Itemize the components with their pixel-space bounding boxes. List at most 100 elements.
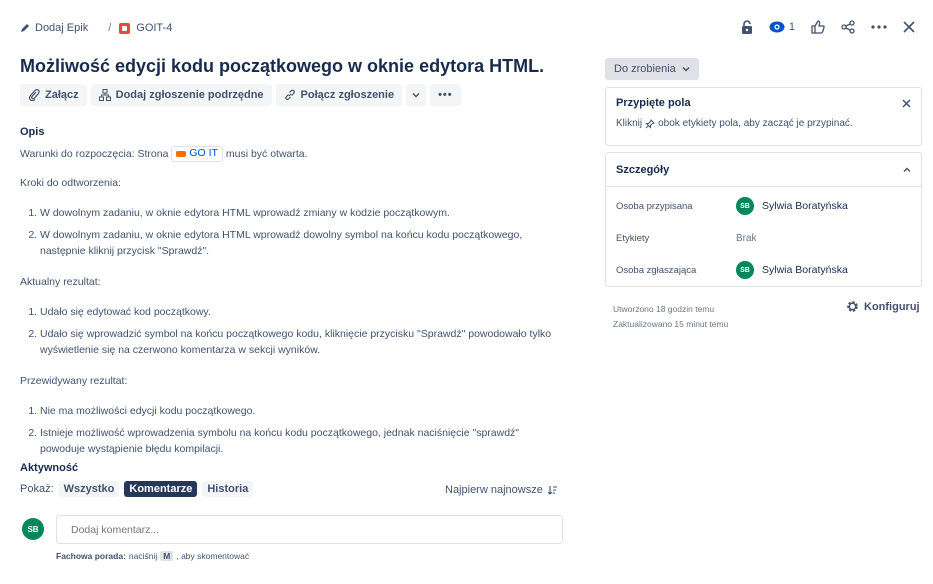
pin-icon bbox=[645, 118, 656, 129]
list-item: Udało się edytować kod początkowy. bbox=[40, 305, 560, 321]
eye-icon bbox=[769, 21, 785, 33]
watchers-count: 1 bbox=[788, 21, 795, 33]
assignee-row: Osoba przypisana SB Sylwia Boratyńska bbox=[616, 195, 913, 217]
close-icon[interactable] bbox=[903, 21, 915, 33]
preconditions: Warunki do rozpoczęcia: Strona GO IT mus… bbox=[20, 145, 560, 163]
tip-press: naciśnij bbox=[128, 551, 158, 561]
sort-icon bbox=[547, 486, 557, 495]
pinned-text-suffix: obok etykiety pola, aby zacząć je przypi… bbox=[658, 118, 853, 129]
list-item: W dowolnym zadaniu, w oknie edytora HTML… bbox=[40, 206, 560, 222]
list-item: Istnieje możliwość wprowadzenia symbolu … bbox=[40, 426, 560, 458]
assignee-label: Osoba przypisana bbox=[616, 200, 693, 212]
reporter-field[interactable]: SB Sylwia Boratyńska bbox=[736, 261, 848, 279]
steps-list: W dowolnym zadaniu, w oknie edytora HTML… bbox=[20, 206, 560, 259]
reporter-label: Osoba zgłaszająca bbox=[616, 264, 697, 276]
details-title: Szczegóły bbox=[616, 163, 670, 176]
expected-label: Przewidywany rezultat: bbox=[20, 375, 128, 388]
reporter-row: Osoba zgłaszająca SB Sylwia Boratyńska bbox=[616, 259, 913, 281]
status-label: Do zrobienia bbox=[614, 63, 676, 75]
more-actions-icon[interactable] bbox=[871, 25, 887, 29]
description[interactable]: Opis Warunki do rozpoczęcia: Strona GO I… bbox=[20, 124, 560, 473]
issue-toolbar: Załącz Dodaj zgłoszenie podrzędne Połącz… bbox=[20, 84, 461, 106]
chevron-up-icon bbox=[903, 167, 911, 172]
add-epic-label: Dodaj Epik bbox=[35, 22, 89, 34]
breadcrumb-separator: / bbox=[108, 22, 112, 34]
thumbs-up-icon[interactable] bbox=[811, 20, 825, 34]
activity-heading: Aktywność bbox=[20, 462, 79, 474]
link-issue-label: Połącz zgłoszenie bbox=[300, 89, 395, 101]
labels-value[interactable]: Brak bbox=[736, 233, 757, 244]
configure-label: Konfiguruj bbox=[864, 300, 920, 313]
comment-input[interactable] bbox=[56, 515, 563, 544]
reporter-name: Sylwia Boratyńska bbox=[762, 264, 848, 276]
issue-timestamps: Utworzono 18 godzin temu Zaktualizowano … bbox=[613, 302, 728, 333]
details-header[interactable]: Szczegóły bbox=[606, 153, 921, 187]
issue-actions: 1 bbox=[741, 16, 915, 38]
details-panel: Szczegóły Osoba przypisana SB Sylwia Bor… bbox=[605, 152, 922, 287]
goit-inline-link[interactable]: GO IT bbox=[171, 145, 223, 162]
list-item: Nie ma możliwości edycji kodu początkowe… bbox=[40, 404, 560, 420]
link-issue-dropdown[interactable] bbox=[406, 84, 427, 106]
add-subtask-button[interactable]: Dodaj zgłoszenie podrzędne bbox=[90, 84, 272, 106]
add-epic-link[interactable]: Dodaj Epik bbox=[20, 22, 88, 34]
attach-label: Załącz bbox=[45, 89, 79, 101]
pinned-title: Przypięte pola bbox=[616, 97, 691, 109]
activity-filter: Pokaż: Wszystko Komentarze Historia bbox=[20, 481, 254, 497]
pro-tip: Fachowa porada: naciśnij M , aby skoment… bbox=[56, 551, 249, 561]
goit-link-label: GO IT bbox=[189, 146, 218, 159]
labels-row: Etykiety Brak bbox=[616, 227, 913, 249]
preconditions-suffix: musi być otwarta. bbox=[225, 147, 308, 160]
pinned-hint: Kliknij obok etykiety pola, aby zacząć j… bbox=[606, 118, 921, 129]
sort-button[interactable]: Najpierw najnowsze bbox=[445, 484, 558, 496]
tip-key: M bbox=[160, 551, 174, 561]
list-item: W dowolnym zadaniu, w oknie edytora HTML… bbox=[40, 228, 560, 260]
actual-label: Aktualny rezultat: bbox=[20, 276, 101, 289]
configure-button[interactable]: Konfiguruj bbox=[846, 300, 920, 313]
tip-suffix: , aby skomentować bbox=[176, 551, 250, 561]
issue-title[interactable]: Możliwość edycji kodu początkowego w okn… bbox=[20, 56, 544, 77]
close-icon[interactable] bbox=[902, 98, 911, 108]
more-toolbar-button[interactable]: ••• bbox=[430, 84, 461, 106]
steps-label: Kroki do odtworzenia: bbox=[20, 177, 121, 190]
share-icon[interactable] bbox=[841, 20, 855, 34]
lock-icon[interactable] bbox=[741, 20, 753, 34]
actual-list: Udało się edytować kod początkowy. Udało… bbox=[20, 305, 560, 358]
labels-label: Etykiety bbox=[616, 232, 650, 244]
tip-bold: Fachowa porada: bbox=[56, 551, 126, 561]
watch-button[interactable]: 1 bbox=[769, 21, 795, 33]
subtask-icon bbox=[98, 89, 111, 101]
avatar: SB bbox=[736, 197, 754, 215]
status-dropdown[interactable]: Do zrobienia bbox=[605, 58, 699, 80]
link-icon bbox=[284, 89, 295, 100]
expected-list: Nie ma możliwości edycji kodu początkowe… bbox=[20, 404, 560, 457]
breadcrumb: Dodaj Epik / GOIT-4 bbox=[20, 18, 172, 38]
gear-icon bbox=[847, 301, 858, 312]
show-label: Pokaż: bbox=[20, 483, 54, 495]
list-item: Udało się wprowadzić symbol na końcu poc… bbox=[40, 327, 560, 359]
pencil-icon bbox=[21, 24, 29, 32]
add-subtask-label: Dodaj zgłoszenie podrzędne bbox=[115, 89, 264, 101]
pinned-text-prefix: Kliknij bbox=[616, 118, 643, 129]
preconditions-prefix: Warunki do rozpoczęcia: Strona bbox=[20, 147, 169, 160]
issue-key: GOIT-4 bbox=[136, 22, 173, 34]
description-label: Opis bbox=[20, 126, 45, 138]
updated-time: Zaktualizowano 15 minut temu bbox=[613, 319, 729, 330]
chevron-down-icon bbox=[412, 93, 420, 98]
assignee-name: Sylwia Boratyńska bbox=[762, 200, 848, 212]
avatar: SB bbox=[736, 261, 754, 279]
chevron-down-icon bbox=[682, 66, 690, 72]
created-time: Utworzono 18 godzin temu bbox=[613, 304, 715, 314]
filter-all[interactable]: Wszystko bbox=[58, 481, 120, 497]
issue-key-link[interactable]: GOIT-4 bbox=[119, 22, 172, 34]
filter-history[interactable]: Historia bbox=[202, 481, 254, 497]
avatar: SB bbox=[22, 518, 44, 540]
paperclip-icon bbox=[28, 89, 40, 101]
filter-comments[interactable]: Komentarze bbox=[124, 481, 198, 497]
attach-button[interactable]: Załącz bbox=[20, 84, 87, 106]
link-issue-button[interactable]: Połącz zgłoszenie bbox=[275, 84, 403, 106]
assignee-field[interactable]: SB Sylwia Boratyńska bbox=[736, 197, 848, 215]
sort-label: Najpierw najnowsze bbox=[445, 484, 543, 496]
pinned-fields-panel: Przypięte pola Kliknij obok etykiety pol… bbox=[605, 87, 922, 146]
bug-type-icon bbox=[119, 22, 131, 34]
goit-logo-icon bbox=[176, 150, 187, 157]
